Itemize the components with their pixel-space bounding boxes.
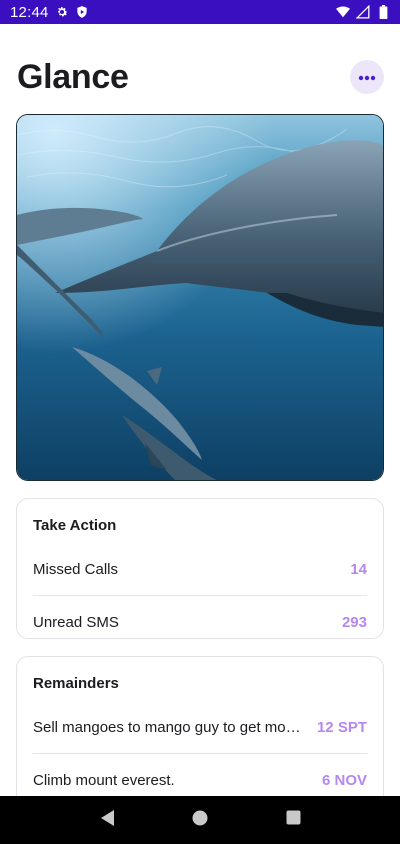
list-item-unread-sms[interactable]: Unread SMS 293 (33, 596, 367, 649)
page-title: Glance (17, 57, 129, 96)
more-options-button[interactable] (350, 60, 384, 94)
card-title: Remainders (33, 675, 119, 692)
row-label: Climb mount everest. (33, 772, 175, 789)
card-title: Take Action (33, 517, 117, 534)
list-item-missed-calls[interactable]: Missed Calls 14 (33, 543, 367, 596)
dolphins-image (17, 115, 383, 480)
home-button[interactable] (180, 800, 220, 840)
battery-icon (376, 5, 390, 19)
status-bar-left: 12:44 (10, 4, 89, 21)
screen: 12:44 Glance Take Action Missed Calls 14… (0, 0, 400, 844)
row-value: 12 SPT (316, 718, 367, 736)
back-button[interactable] (87, 800, 127, 840)
recents-button[interactable] (273, 800, 313, 840)
status-time: 12:44 (10, 3, 49, 21)
hero-image (16, 114, 384, 481)
take-action-card: Take Action Missed Calls 14 Unread SMS 2… (16, 498, 384, 639)
status-bar: 12:44 (0, 0, 400, 24)
header: Glance (17, 50, 384, 104)
more-horizontal-icon (358, 68, 376, 86)
row-label: Missed Calls (33, 560, 119, 578)
row-value: 293 (341, 614, 367, 631)
navigation-bar (0, 796, 400, 844)
home-icon (192, 810, 208, 831)
row-value: 6 NOV (321, 772, 367, 789)
row-label: Unread SMS (33, 614, 119, 631)
row-value: 14 (350, 560, 367, 578)
row-label: Sell mangoes to mango guy to get mo… (33, 718, 301, 736)
status-bar-right (336, 5, 390, 19)
shield-play-icon (75, 5, 89, 19)
recents-icon (286, 810, 301, 830)
wifi-icon (336, 5, 350, 19)
gear-icon (55, 5, 69, 19)
back-icon (99, 809, 115, 832)
reminders-card: Remainders Sell mangoes to mango guy to … (16, 656, 384, 816)
list-item-reminder[interactable]: Sell mangoes to mango guy to get mo… 12 … (33, 701, 367, 754)
signal-icon (356, 5, 370, 19)
